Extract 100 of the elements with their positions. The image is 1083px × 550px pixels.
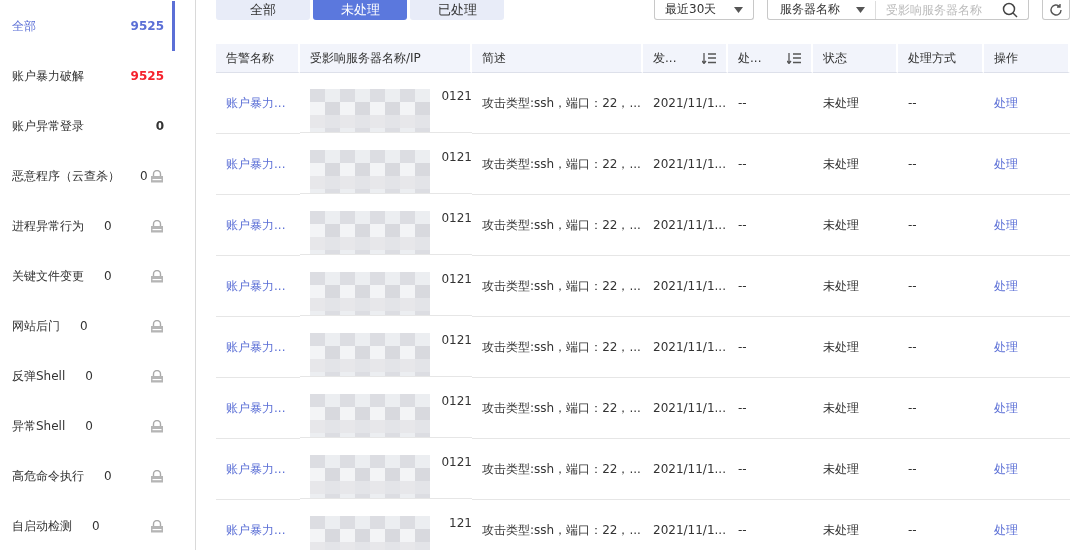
handle-link[interactable]: 处理 [994, 216, 1018, 234]
alarm-name[interactable]: 账户暴力... [226, 460, 286, 478]
column-title: 处理方式 [908, 49, 956, 67]
handle-link[interactable]: 处理 [994, 521, 1018, 539]
alarm-name[interactable]: 账户暴力... [226, 521, 286, 539]
count: 0 [104, 219, 112, 233]
column-title: 操作 [994, 49, 1018, 67]
table-cell: 0121 [441, 455, 472, 469]
count: 0 [140, 169, 148, 183]
table-cell: -- [738, 523, 747, 537]
table-cell: 攻击类型:ssh，端口：22，... [482, 277, 641, 295]
table-cell: 攻击类型:ssh，端口：22，... [482, 155, 641, 173]
sidebar-item[interactable]: 异常Shell 0 [0, 401, 175, 451]
sidebar-item[interactable]: 账户暴力破解 9525 [0, 51, 175, 101]
table-cell: 未处理 [823, 399, 859, 417]
table-cell: 攻击类型:ssh，端口：22，... [482, 338, 641, 356]
table-cell: 攻击类型:ssh，端口：22，... [482, 216, 641, 234]
table-cell: 未处理 [823, 94, 859, 112]
table-cell: -- [738, 157, 747, 171]
table-cell: 未处理 [823, 155, 859, 173]
count: 0 [92, 519, 100, 533]
table-cell: -- [738, 96, 747, 110]
table-cell: 2021/11/1... [653, 279, 726, 293]
column-title: 简述 [482, 49, 506, 67]
handle-link[interactable]: 处理 [994, 338, 1018, 356]
count: 0 [104, 469, 112, 483]
alarm-name[interactable]: 账户暴力... [226, 277, 286, 295]
table-cell: -- [908, 157, 917, 171]
table-cell: 未处理 [823, 460, 859, 478]
table-cell: 未处理 [823, 338, 859, 356]
table-cell: -- [908, 279, 917, 293]
table-cell: 2021/11/1... [653, 462, 726, 476]
table-cell: -- [908, 340, 917, 354]
alarm-name[interactable]: 账户暴力... [226, 155, 286, 173]
sidebar-item[interactable]: 自启动检测 0 [0, 501, 175, 550]
sidebar-item[interactable]: 高危命令执行 0 [0, 451, 175, 501]
alarm-name[interactable]: 账户暴力... [226, 399, 286, 417]
search-field[interactable]: 服务器名称 受影响服务器名称 [767, 0, 1029, 20]
tab[interactable]: 全部 [216, 0, 310, 20]
period-select[interactable]: 最近30天 [654, 0, 754, 20]
sidebar-item[interactable]: 进程异常行为 0 [0, 201, 175, 251]
handle-link[interactable]: 处理 [994, 460, 1018, 478]
table-cell: 121 [449, 516, 472, 530]
alarm-name[interactable]: 账户暴力... [226, 338, 286, 356]
count: 9525 [130, 19, 164, 33]
column-title: 受影响服务器名称/IP [310, 49, 421, 67]
table-cell: 2021/11/1... [653, 340, 726, 354]
sidebar-item[interactable]: 全部 9525 [0, 1, 175, 51]
table-cell: 攻击类型:ssh，端口：22，... [482, 399, 641, 417]
table-cell: 0121 [441, 333, 472, 347]
table-cell: 未处理 [823, 521, 859, 539]
table-cell: 2021/11/1... [653, 523, 726, 537]
sidebar-item[interactable]: 账户异常登录 0 [0, 101, 175, 151]
count: 9525 [130, 69, 164, 83]
sidebar-item[interactable]: 反弹Shell 0 [0, 351, 175, 401]
table-cell: -- [738, 340, 747, 354]
table-cell: -- [908, 523, 917, 537]
column-title: 处... [738, 49, 762, 67]
count: 0 [80, 319, 88, 333]
handle-link[interactable]: 处理 [994, 94, 1018, 112]
table-cell: -- [908, 462, 917, 476]
count: 0 [85, 369, 93, 383]
table-cell: -- [738, 279, 747, 293]
alarm-name[interactable]: 账户暴力... [226, 216, 286, 234]
handle-link[interactable]: 处理 [994, 277, 1018, 295]
table-cell: -- [908, 218, 917, 232]
sidebar-item[interactable]: 恶意程序（云查杀） 0 [0, 151, 175, 201]
sidebar-item[interactable]: 网站后门 0 [0, 301, 175, 351]
count: 0 [85, 419, 93, 433]
table-cell: 0121 [441, 211, 472, 225]
table-cell: 2021/11/1... [653, 157, 726, 171]
table-cell: 未处理 [823, 216, 859, 234]
count: 0 [104, 269, 112, 283]
caret-icon [734, 6, 743, 13]
column-title: 告警名称 [226, 49, 274, 67]
tab[interactable]: 已处理 [410, 0, 504, 20]
handle-link[interactable]: 处理 [994, 399, 1018, 417]
table-cell: -- [908, 401, 917, 415]
handle-link[interactable]: 处理 [994, 155, 1018, 173]
table-cell: 攻击类型:ssh，端口：22，... [482, 521, 641, 539]
table-cell: 0121 [441, 89, 472, 103]
table-cell: 2021/11/1... [653, 401, 726, 415]
tab[interactable]: 未处理 [313, 0, 407, 20]
table-cell: 0121 [441, 394, 472, 408]
table-cell: -- [738, 401, 747, 415]
table-cell: 攻击类型:ssh，端口：22，... [482, 94, 641, 112]
caret-icon [856, 6, 865, 13]
column-title: 发... [653, 49, 677, 67]
table-cell: 0121 [441, 272, 472, 286]
alarm-name[interactable]: 账户暴力... [226, 94, 286, 112]
sort-icon[interactable] [702, 52, 716, 64]
refresh-icon [1049, 2, 1063, 17]
table-cell: 攻击类型:ssh，端口：22，... [482, 460, 641, 478]
table-cell: -- [908, 96, 917, 110]
sidebar-item[interactable]: 关键文件变更 0 [0, 251, 175, 301]
table-cell: 2021/11/1... [653, 218, 726, 232]
column-title: 状态 [823, 49, 847, 67]
count: 0 [155, 119, 164, 133]
table-cell: 未处理 [823, 277, 859, 295]
sort-icon[interactable] [787, 52, 801, 64]
